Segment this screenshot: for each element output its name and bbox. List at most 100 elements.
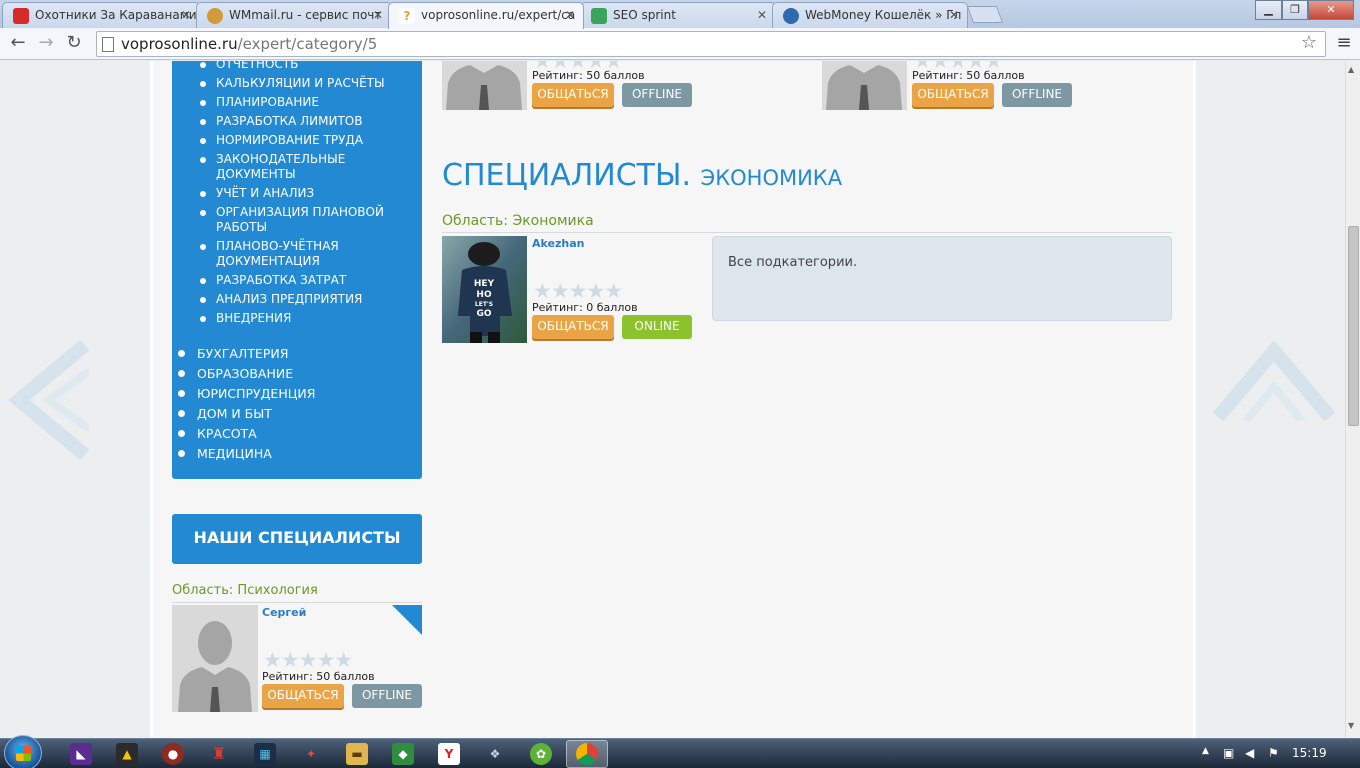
- default-avatar[interactable]: [172, 605, 258, 712]
- address-bar[interactable]: voprosonline.ru/expert/category/5 ☆: [96, 31, 1326, 57]
- subcategory-item[interactable]: РАЗРАБОТКА ЛИМИТОВ: [198, 114, 418, 129]
- wmmail-icon: [207, 8, 223, 24]
- chat-button[interactable]: ОБЩАТЬСЯ: [532, 83, 614, 107]
- our-specialists-heading[interactable]: НАШИ СПЕЦИАЛИСТЫ: [172, 514, 422, 564]
- maximize-button[interactable]: ❐: [1282, 0, 1308, 20]
- voprosonline-icon: ?: [399, 8, 415, 24]
- tab-title: WebMoney Кошелёк » Гл: [805, 8, 962, 22]
- close-tab-icon[interactable]: ✕: [373, 8, 383, 22]
- action-center-flag-icon[interactable]: ⚑: [1268, 746, 1279, 760]
- corner-badge: [392, 605, 422, 635]
- start-button[interactable]: [4, 735, 42, 768]
- category-item[interactable]: ЮРИСПРУДЕНЦИЯ: [178, 386, 315, 401]
- media-icon[interactable]: ✦: [300, 743, 322, 765]
- reload-icon[interactable]: ↻: [62, 32, 86, 56]
- subcategory-item[interactable]: НОРМИРОВАНИЕ ТРУДА: [198, 133, 418, 148]
- browser-toolbar: ← → ↻ voprosonline.ru/expert/category/5 …: [0, 28, 1360, 60]
- category-item[interactable]: КРАСОТА: [178, 426, 315, 441]
- category-item[interactable]: БУХГАЛТЕРИЯ: [178, 346, 315, 361]
- scroll-up-icon[interactable]: ▲: [1348, 65, 1354, 74]
- chrome-menu-icon[interactable]: ≡: [1334, 33, 1354, 53]
- close-window-button[interactable]: ✕: [1308, 0, 1354, 20]
- rating-text: Рейтинг: 50 баллов: [912, 69, 1025, 82]
- monitor-icon[interactable]: ▦: [254, 743, 276, 765]
- address-host: voprosonline.ru: [121, 35, 238, 53]
- status-online-badge: ONLINE: [622, 315, 692, 339]
- network-icon[interactable]: ▣: [1223, 746, 1234, 760]
- svg-text:HO: HO: [476, 290, 492, 300]
- close-tab-icon[interactable]: ✕: [181, 8, 191, 22]
- yandex-icon[interactable]: Y: [438, 743, 460, 765]
- chat-button[interactable]: ОБЩАТЬСЯ: [532, 315, 614, 339]
- browser-tab[interactable]: Охотники За Караванами ✕: [2, 2, 200, 28]
- divider: [172, 602, 422, 603]
- icq-icon[interactable]: ✿: [530, 743, 552, 765]
- close-tab-icon[interactable]: ✕: [757, 8, 767, 22]
- scrollbar-thumb[interactable]: [1348, 226, 1359, 426]
- browser-tab[interactable]: WMmail.ru - сервис почт ✕: [196, 2, 392, 28]
- chat-button[interactable]: ОБЩАТЬСЯ: [912, 83, 994, 107]
- expert-name[interactable]: Akezhan: [532, 237, 584, 250]
- expert-photo-image: HEY HO LET'S GO: [442, 236, 527, 343]
- tray-expand-icon[interactable]: ▲: [1202, 746, 1209, 756]
- volume-icon[interactable]: ◀: [1245, 746, 1254, 760]
- svg-text:GO: GO: [476, 309, 491, 319]
- rating-stars: ★★★★★: [263, 648, 353, 672]
- category-item[interactable]: МЕДИЦИНА: [178, 446, 315, 461]
- subcategory-item[interactable]: УЧЁТ И АНАЛИЗ: [198, 186, 418, 201]
- rating-text: Рейтинг: 50 баллов: [262, 670, 375, 683]
- status-offline-badge: OFFLINE: [1002, 83, 1072, 107]
- person-silhouette-icon: [442, 61, 527, 110]
- specialist-name[interactable]: Сергей: [262, 606, 306, 619]
- subcategory-item[interactable]: ВНЕДРЕНИЯ: [198, 311, 418, 326]
- chat-button[interactable]: ОБЩАТЬСЯ: [262, 684, 344, 708]
- browser-tab-strip: Охотники За Караванами ✕ WMmail.ru - сер…: [0, 0, 1360, 29]
- minimize-button[interactable]: ▁: [1255, 0, 1282, 20]
- tab-title: SEO sprint: [613, 8, 676, 22]
- subcategory-item[interactable]: АНАЛИЗ ПРЕДПРИЯТИЯ: [198, 292, 418, 307]
- chrome-icon[interactable]: [576, 743, 598, 765]
- subcategory-list: ОТЧЁТНОСТЬ КАЛЬКУЛЯЦИИ И РАСЧЁТЫ ПЛАНИРО…: [198, 61, 418, 330]
- default-avatar[interactable]: [822, 61, 907, 110]
- rating-text: Рейтинг: 0 баллов: [532, 301, 638, 314]
- title-category: ЭКОНОМИКА: [700, 166, 843, 190]
- subcategory-item[interactable]: ОТЧЁТНОСТЬ: [198, 61, 418, 72]
- subcategory-item[interactable]: ОРГАНИЗАЦИЯ ПЛАНОВОЙ РАБОТЫ: [198, 205, 388, 235]
- subcategory-item[interactable]: ПЛАНОВО-УЧЁТНАЯ ДОКУМЕНТАЦИЯ: [198, 239, 348, 269]
- category-menu: ОТЧЁТНОСТЬ КАЛЬКУЛЯЦИИ И РАСЧЁТЫ ПЛАНИРО…: [172, 61, 422, 479]
- system-clock[interactable]: 15:19: [1292, 746, 1327, 760]
- page-icon: [102, 37, 114, 52]
- app-icon[interactable]: ♜: [208, 743, 230, 765]
- browser-tab-active[interactable]: ? voprosonline.ru/expert/ca ✕: [388, 2, 584, 29]
- page-viewport: ОТЧЁТНОСТЬ КАЛЬКУЛЯЦИИ И РАСЧЁТЫ ПЛАНИРО…: [0, 61, 1345, 738]
- visual-studio-icon[interactable]: ◣: [70, 743, 92, 765]
- bookmark-star-icon[interactable]: ☆: [1301, 32, 1317, 53]
- network-app-icon[interactable]: ❖: [484, 743, 506, 765]
- close-tab-icon[interactable]: ✕: [565, 8, 575, 22]
- vertical-scrollbar[interactable]: ▲ ▼: [1345, 61, 1360, 738]
- game-icon[interactable]: ●: [162, 743, 184, 765]
- page-title: СПЕЦИАЛИСТЫ. ЭКОНОМИКА: [442, 158, 842, 193]
- subcategory-item[interactable]: ПЛАНИРОВАНИЕ: [198, 95, 418, 110]
- svg-text:HEY: HEY: [474, 279, 495, 289]
- explorer-folder-icon[interactable]: ▬: [346, 743, 368, 765]
- status-offline-badge: OFFLINE: [622, 83, 692, 107]
- security-shield-icon[interactable]: ◆: [392, 743, 414, 765]
- subcategory-item[interactable]: КАЛЬКУЛЯЦИИ И РАСЧЁТЫ: [198, 76, 418, 91]
- decorative-left-arrow: [8, 341, 89, 459]
- close-tab-icon[interactable]: ✕: [949, 8, 959, 22]
- default-avatar[interactable]: [442, 61, 527, 110]
- category-item[interactable]: ДОМ И БЫТ: [178, 406, 315, 421]
- expert-photo[interactable]: HEY HO LET'S GO: [442, 236, 527, 343]
- browser-tab[interactable]: WebMoney Кошелёк » Гл ✕: [772, 2, 968, 28]
- person-silhouette-icon: [172, 605, 258, 712]
- subcategory-item[interactable]: РАЗРАБОТКА ЗАТРАТ: [198, 273, 418, 288]
- scroll-down-icon[interactable]: ▼: [1348, 721, 1354, 730]
- back-icon[interactable]: ←: [6, 32, 30, 56]
- forward-icon[interactable]: →: [34, 32, 58, 56]
- category-item[interactable]: ОБРАЗОВАНИЕ: [178, 366, 315, 381]
- avast-icon[interactable]: ▲: [116, 743, 138, 765]
- new-tab-button[interactable]: [966, 6, 1004, 23]
- browser-tab[interactable]: SEO sprint ✕: [580, 2, 776, 28]
- subcategory-item[interactable]: ЗАКОНОДАТЕЛЬНЫЕ ДОКУМЕНТЫ: [198, 152, 368, 182]
